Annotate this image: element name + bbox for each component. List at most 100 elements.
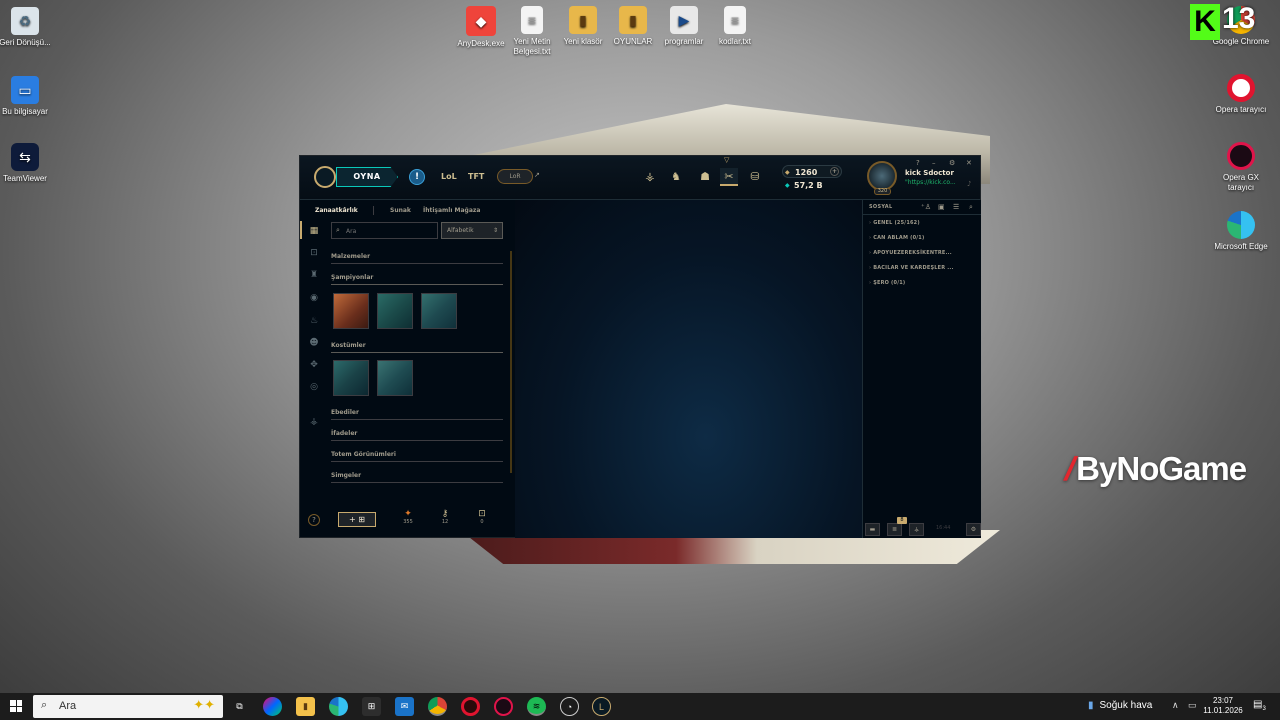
loot-champion-shard[interactable]: [421, 293, 457, 329]
friend-group[interactable]: GENEL (25/162): [869, 220, 920, 226]
filter-all-icon[interactable]: ▦: [308, 225, 320, 237]
tab-lol[interactable]: LoL: [441, 172, 457, 181]
copilot-icon[interactable]: [263, 697, 282, 716]
search-input[interactable]: [346, 225, 434, 237]
friend-group[interactable]: ŞERO (0/1): [869, 280, 905, 286]
desktop-icon-edge[interactable]: Microsoft Edge: [1211, 211, 1271, 252]
loot-skin-shard[interactable]: [377, 360, 413, 396]
start-button[interactable]: [10, 700, 22, 712]
loot-scrollbar[interactable]: [510, 251, 512, 473]
mail-icon[interactable]: ✉: [395, 697, 414, 716]
voice-icon[interactable]: ⚶: [909, 523, 924, 536]
tab-tft[interactable]: TFT: [468, 172, 484, 181]
alert-icon[interactable]: !: [409, 169, 425, 185]
nav-home-icon[interactable]: ⚶: [641, 168, 659, 186]
nav-collection-icon[interactable]: ☗: [696, 168, 714, 186]
folder-icon: ▮: [569, 6, 597, 34]
add-folder-icon[interactable]: ▣: [938, 203, 945, 211]
steam-icon[interactable]: ◔: [560, 697, 579, 716]
notification-center-icon[interactable]: ▤3: [1253, 699, 1266, 712]
notifications-icon[interactable]: ♪: [967, 180, 971, 188]
opera-gx-icon[interactable]: [494, 697, 513, 716]
sort-dropdown[interactable]: Alfabetik ⇕: [441, 222, 503, 239]
section-champions: Şampiyonlar: [331, 274, 503, 285]
filter-ward-icon[interactable]: ✥: [308, 359, 320, 371]
add-friend-icon[interactable]: ⁺♙: [921, 203, 931, 211]
league-logo-icon[interactable]: [314, 166, 336, 188]
play-button[interactable]: OYNA: [336, 167, 398, 187]
add-rp-icon[interactable]: +: [830, 167, 839, 176]
desktop-icon-recycle-bin[interactable]: ♻ Geri Dönüşü...: [0, 7, 55, 48]
friend-group[interactable]: BACILAR VE KARDEŞLER ...: [869, 265, 954, 271]
clock[interactable]: 23:07 11.01.2026: [1202, 696, 1244, 716]
social-settings-icon[interactable]: ⚙: [966, 523, 981, 536]
subnav-divider: [373, 206, 374, 215]
status-message[interactable]: "https://kick.co...: [905, 179, 956, 186]
filter-material-icon[interactable]: ⚶: [308, 416, 320, 428]
nav-profile-icon[interactable]: ♞: [667, 168, 685, 186]
desktop-icon-opera-gx[interactable]: Opera GX tarayıcı: [1211, 142, 1271, 193]
spotify-icon[interactable]: ≋: [527, 697, 546, 716]
edge-icon[interactable]: [329, 697, 348, 716]
nav-loot-icon[interactable]: ✂: [720, 168, 738, 186]
filter-icon-icon[interactable]: ◎: [308, 381, 320, 393]
desktop-icon-teamviewer[interactable]: ⇆ TeamViewer: [0, 143, 55, 184]
currency-display[interactable]: 1260+ 57,2 B: [782, 165, 842, 193]
search-highlight-icon: ✦✦: [193, 697, 215, 712]
filter-champion-icon[interactable]: ♜: [308, 269, 320, 281]
close-icon[interactable]: ✕: [966, 159, 972, 167]
filter-emote-icon[interactable]: ☻: [308, 337, 320, 349]
friend-group[interactable]: APOYUEZEREKSİKENTRE...: [869, 250, 952, 256]
search-icon: ⌕: [336, 226, 340, 234]
desktop-icon-opera[interactable]: Opera tarayıcı: [1211, 74, 1271, 115]
task-view-icon[interactable]: ⧉: [230, 697, 249, 716]
settings-icon[interactable]: ⚙: [949, 159, 955, 167]
filter-skin-icon[interactable]: ◉: [308, 292, 320, 304]
opera-icon[interactable]: [461, 697, 480, 716]
social-search-icon[interactable]: ⌕: [969, 203, 973, 212]
chat-icon[interactable]: ▬: [865, 523, 880, 536]
chrome-icon[interactable]: [428, 697, 447, 716]
craft-key-button[interactable]: + ⊞: [338, 512, 376, 527]
filter-chest-icon[interactable]: ⊡: [308, 247, 320, 259]
social-title: SOSYAL: [869, 204, 893, 210]
tab-lor[interactable]: LoR: [497, 169, 533, 184]
social-footer: ▬ ≣ 8 ⚶ 16:44 ⚙: [863, 517, 981, 538]
list-view-icon[interactable]: ☰: [953, 203, 959, 211]
level-badge: 320: [874, 188, 891, 195]
loot-champion-shard[interactable]: [377, 293, 413, 329]
subnav-altar[interactable]: Sunak: [390, 207, 411, 214]
teamviewer-icon: ⇆: [11, 143, 39, 171]
taskbar-search[interactable]: ⌕ Ara ✦✦: [33, 695, 223, 718]
minimize-icon[interactable]: –: [932, 159, 936, 167]
key-counter: ⚷ 12: [435, 509, 455, 525]
network-icon[interactable]: ▭: [1188, 700, 1197, 711]
help-button[interactable]: ?: [308, 514, 320, 526]
help-icon[interactable]: ?: [916, 159, 920, 167]
chest-counter: ⊡ 0: [472, 509, 492, 525]
anydesk-icon: ◆: [466, 6, 496, 36]
tray-chevron-icon[interactable]: ∧: [1172, 700, 1179, 711]
subnav-crafting[interactable]: Zanaatkârlık: [315, 207, 358, 214]
taskbar: ⌕ Ara ✦✦ ⧉ ▮ ⊞ ✉ ≋ ◔ L ▮ Soğuk hava ∧ ▭ 2…: [0, 693, 1280, 720]
nav-store-icon[interactable]: ⛁: [746, 168, 764, 186]
kick-logo: K: [1190, 4, 1220, 40]
search-icon: ⌕: [41, 699, 48, 711]
loot-champion-shard[interactable]: [333, 293, 369, 329]
subnav-prestige-store[interactable]: İhtişamlı Mağaza: [423, 207, 480, 214]
avatar[interactable]: [867, 161, 897, 191]
file-explorer-icon[interactable]: ▮: [296, 697, 315, 716]
league-client-icon[interactable]: L: [592, 697, 611, 716]
loot-skin-shard[interactable]: [333, 360, 369, 396]
desktop-icon-this-pc[interactable]: ▭ Bu bilgisayar: [0, 76, 55, 117]
filter-eternal-icon[interactable]: ♨: [308, 315, 320, 327]
search-field[interactable]: ⌕: [331, 222, 438, 239]
social-divider: [863, 214, 981, 215]
missions-icon[interactable]: ≣: [887, 523, 902, 536]
desktop-icon-kodlar[interactable]: ≡ kodlar.txt: [705, 6, 765, 47]
kick-counter: 13: [1222, 2, 1256, 35]
weather-widget[interactable]: ▮ Soğuk hava: [1088, 700, 1152, 711]
friend-group[interactable]: CAN ABLAM (0/1): [869, 235, 924, 241]
sidebar-active-indicator: [300, 221, 302, 239]
store-icon[interactable]: ⊞: [362, 697, 381, 716]
